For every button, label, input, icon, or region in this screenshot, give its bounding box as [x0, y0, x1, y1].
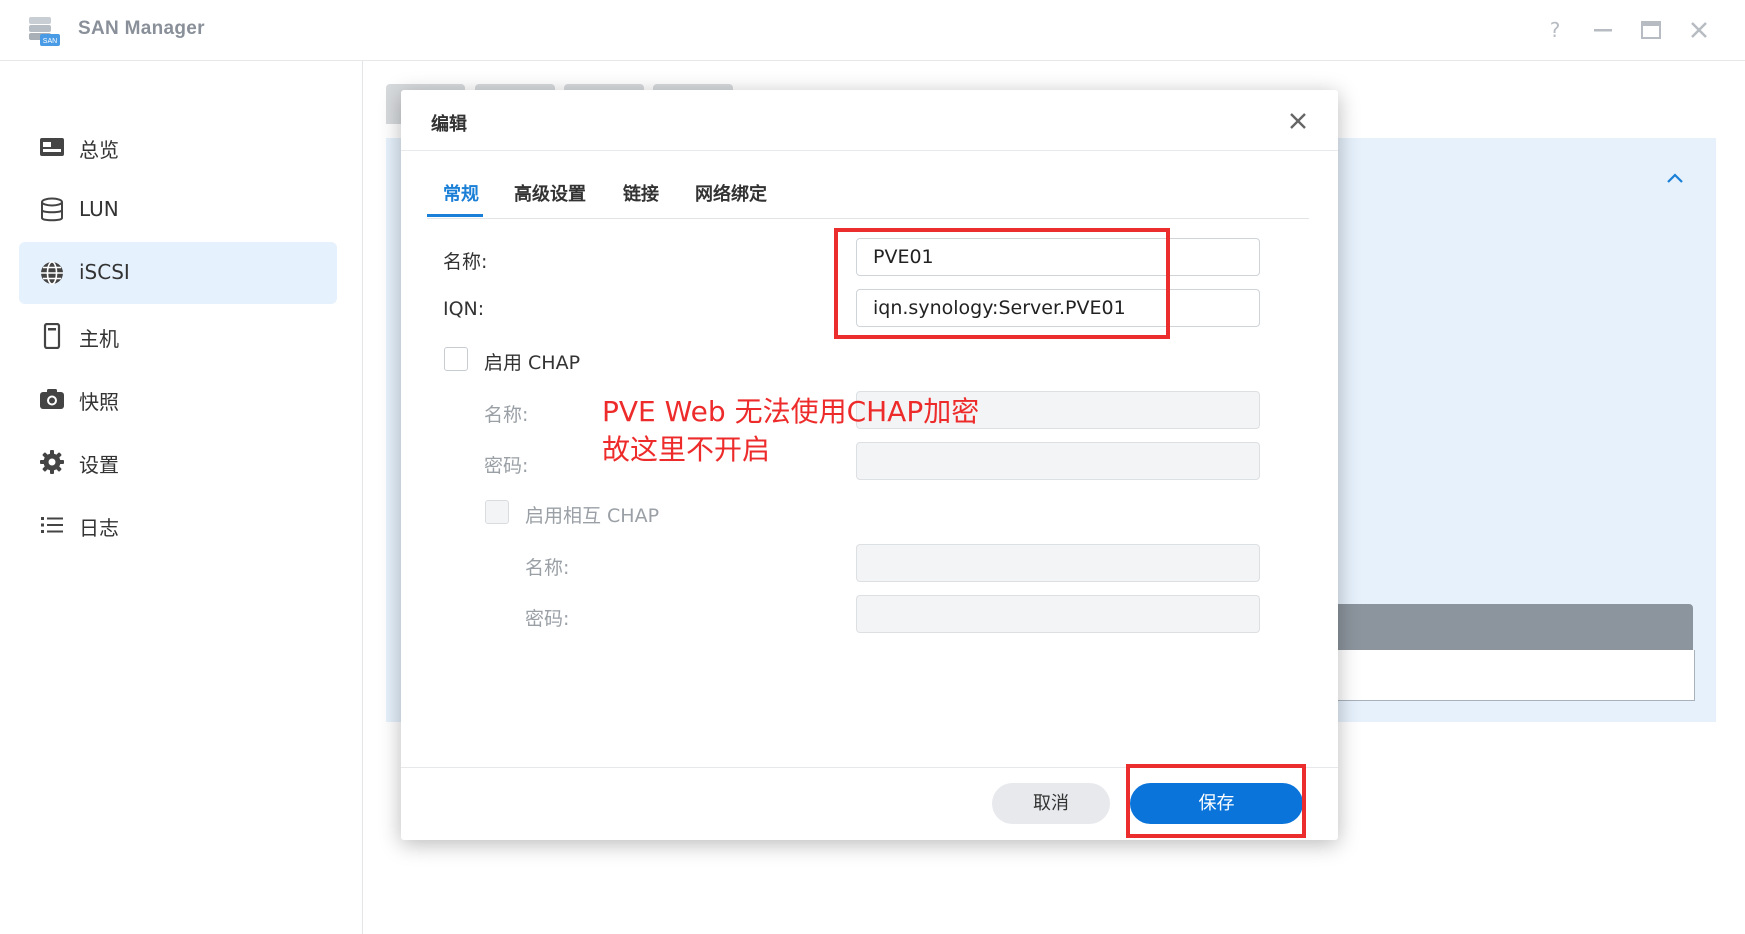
name-input[interactable]	[856, 238, 1260, 276]
database-icon	[41, 197, 63, 222]
divider	[427, 218, 1309, 219]
active-tab-indicator	[427, 214, 483, 217]
mutual-chap-name-input[interactable]	[856, 544, 1260, 582]
tab-general[interactable]: 常规	[443, 180, 479, 206]
svg-text:SAN: SAN	[43, 38, 57, 45]
chap-password-label: 密码:	[484, 455, 529, 477]
camera-icon	[40, 389, 64, 409]
mutual-chap-password-input[interactable]	[856, 595, 1260, 633]
svg-text:?: ?	[1550, 18, 1561, 42]
help-icon[interactable]: ?	[1542, 17, 1568, 43]
maximize-icon[interactable]	[1638, 17, 1664, 43]
sidebar-item-lun[interactable]: LUN	[19, 179, 337, 241]
chap-name-label: 名称:	[484, 404, 529, 426]
sidebar-item-host[interactable]: 主机	[19, 305, 337, 367]
sidebar-item-label: iSCSI	[79, 260, 130, 284]
iqn-input[interactable]	[856, 289, 1260, 327]
tab-network-binding[interactable]: 网络绑定	[695, 180, 767, 206]
sidebar-item-overview[interactable]: 总览	[19, 116, 337, 178]
annotation-text: PVE Web 无法使用CHAP加密 故这里不开启	[602, 395, 980, 466]
san-manager-app-icon: SAN	[29, 17, 60, 46]
enable-mutual-chap-label: 启用相互 CHAP	[525, 505, 660, 527]
sidebar-item-label: 日志	[79, 516, 119, 540]
app-title: SAN Manager	[78, 18, 205, 39]
mutual-chap-name-label: 名称:	[525, 557, 570, 579]
enable-chap-checkbox[interactable]	[444, 347, 468, 371]
save-button[interactable]: 保存	[1130, 783, 1303, 824]
tab-advanced[interactable]: 高级设置	[514, 180, 586, 206]
dialog-close-icon[interactable]	[1287, 110, 1309, 132]
divider	[401, 767, 1338, 768]
globe-icon	[41, 261, 63, 285]
enable-chap-label: 启用 CHAP	[484, 352, 581, 374]
sidebar-item-settings[interactable]: 设置	[19, 431, 337, 493]
sidebar: 总览 LUN iSCSI 主机 快照 设置 日志	[0, 61, 363, 934]
sidebar-item-log[interactable]: 日志	[19, 494, 337, 556]
sidebar-item-label: 主机	[79, 327, 119, 351]
table-header	[1330, 604, 1693, 650]
sidebar-item-label: LUN	[79, 197, 119, 221]
cancel-button[interactable]: 取消	[992, 783, 1110, 824]
divider	[401, 150, 1338, 151]
tab-connections[interactable]: 链接	[623, 180, 659, 206]
sidebar-item-label: 设置	[79, 453, 119, 477]
minimize-icon[interactable]	[1590, 17, 1616, 43]
name-label: 名称:	[443, 251, 488, 273]
iqn-label: IQN:	[443, 298, 485, 320]
chevron-up-icon[interactable]	[1665, 170, 1685, 186]
enable-mutual-chap-checkbox[interactable]	[485, 500, 509, 524]
mutual-chap-password-label: 密码:	[525, 608, 570, 630]
window-title-bar: SAN SAN Manager ?	[0, 0, 1745, 61]
close-icon[interactable]	[1686, 17, 1712, 43]
gear-icon	[40, 450, 64, 474]
list-icon	[41, 517, 63, 533]
sidebar-item-iscsi[interactable]: iSCSI	[19, 242, 337, 304]
sidebar-item-snapshot[interactable]: 快照	[19, 368, 337, 430]
dialog-title: 编辑	[431, 114, 467, 135]
host-icon	[43, 323, 61, 349]
overview-icon	[40, 138, 64, 156]
table-row[interactable]	[1330, 650, 1695, 701]
sidebar-item-label: 快照	[79, 390, 119, 414]
sidebar-item-label: 总览	[79, 138, 119, 162]
